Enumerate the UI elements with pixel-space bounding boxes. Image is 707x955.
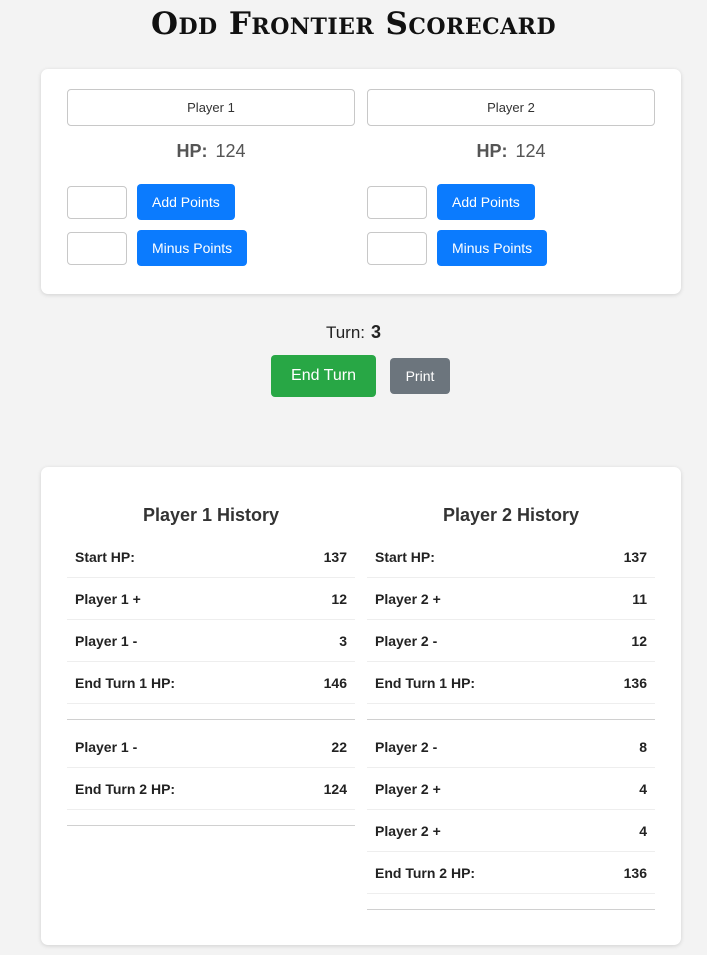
history-row: Player 2 + 4 xyxy=(367,810,655,852)
turn-indicator: Turn: 3 xyxy=(0,322,707,343)
history-row-label: Player 2 - xyxy=(375,738,438,755)
history-body: Start HP: 137 Player 2 + 11 Player 2 - 12 End … xyxy=(367,536,655,910)
history-body: Start HP: 137 Player 1 + 12 Player 1 - 3 End T… xyxy=(67,536,355,826)
history-row: Player 2 + 4 xyxy=(367,768,655,810)
history-row: Player 2 - 8 xyxy=(367,726,655,768)
history-row: Player 2 + 11 xyxy=(367,578,655,620)
turn-divider xyxy=(67,810,355,826)
history-row-value: 146 xyxy=(323,674,347,691)
history-row-label: Player 1 - xyxy=(75,632,138,649)
hp-label: HP: xyxy=(176,141,208,161)
history-row-label: Player 1 - xyxy=(75,738,138,755)
history-row-label: Player 2 + xyxy=(375,590,441,607)
player-2-hp: HP: 124 xyxy=(367,141,655,163)
hp-value: 124 xyxy=(515,141,546,161)
player-controls-card: HP: 124 Add Points Minus Points HP: 124 Ad… xyxy=(41,69,681,294)
history-row-label: Player 2 + xyxy=(375,822,441,839)
player-2-history: Player 2 History Start HP: 137 Player 2 + 1… xyxy=(367,505,655,916)
page-title: Odd Frontier Scorecard xyxy=(150,6,557,42)
add-row: Add Points xyxy=(367,179,655,225)
turn-divider xyxy=(367,704,655,720)
hp-label: HP: xyxy=(476,141,508,161)
turn-label: Turn: xyxy=(325,323,366,342)
history-row-label: Player 2 - xyxy=(375,632,438,649)
history-row: End Turn 1 HP: 146 xyxy=(67,662,355,704)
history-row: Player 1 + 12 xyxy=(67,578,355,620)
player-1-minus-points-input[interactable] xyxy=(67,231,127,265)
hp-value: 124 xyxy=(215,141,246,161)
player-2-add-points-input[interactable] xyxy=(367,185,427,219)
history-row-value: 8 xyxy=(639,738,647,755)
player-2-panel: HP: 124 Add Points Minus Points xyxy=(367,89,655,271)
player-1-add-points-button[interactable]: Add Points xyxy=(137,184,235,220)
history-row-value: 11 xyxy=(632,590,647,607)
history-row-value: 136 xyxy=(623,674,647,691)
history-row-value: 137 xyxy=(323,548,347,565)
history-row-value: 12 xyxy=(331,590,347,607)
turn-divider xyxy=(367,894,655,910)
history-row-value: 137 xyxy=(623,548,647,565)
player-2-add-points-button[interactable]: Add Points xyxy=(437,184,535,220)
history-row-value: 136 xyxy=(623,864,647,881)
history-row-value: 4 xyxy=(639,780,647,797)
print-button[interactable]: Print xyxy=(390,358,450,394)
history-row-value: 4 xyxy=(639,822,647,839)
history-row: Start HP: 137 xyxy=(67,536,355,578)
history-row-value: 12 xyxy=(631,632,647,649)
history-row: Player 1 - 3 xyxy=(67,620,355,662)
history-row-label: Player 2 + xyxy=(375,780,441,797)
player-2-minus-points-input[interactable] xyxy=(367,231,427,265)
player-1-hp: HP: 124 xyxy=(67,141,355,163)
history-title: Player 2 History xyxy=(442,505,580,525)
history-row-label: Start HP: xyxy=(375,548,435,565)
turn-value: 3 xyxy=(371,322,382,342)
history-row: Start HP: 137 xyxy=(367,536,655,578)
history-row-label: Player 1 + xyxy=(75,590,141,607)
player-2-minus-points-button[interactable]: Minus Points xyxy=(437,230,548,266)
player-1-minus-points-button[interactable]: Minus Points xyxy=(137,230,248,266)
history-row: Player 2 - 12 xyxy=(367,620,655,662)
history-title: Player 1 History xyxy=(142,505,280,525)
player-1-add-points-input[interactable] xyxy=(67,185,127,219)
history-row-value: 124 xyxy=(323,780,347,797)
history-row-label: Start HP: xyxy=(75,548,135,565)
minus-row: Minus Points xyxy=(367,225,655,271)
end-turn-button[interactable]: End Turn xyxy=(271,355,376,397)
history-row-label: End Turn 1 HP: xyxy=(375,674,476,691)
history-row-value: 22 xyxy=(331,738,347,755)
history-row-label: End Turn 1 HP: xyxy=(75,674,176,691)
history-row-label: End Turn 2 HP: xyxy=(75,780,176,797)
add-row: Add Points xyxy=(67,179,355,225)
turn-divider xyxy=(67,704,355,720)
player-2-name-input[interactable] xyxy=(367,89,655,126)
history-row-label: End Turn 2 HP: xyxy=(375,864,476,881)
player-1-name-input[interactable] xyxy=(67,89,355,126)
history-row-value: 3 xyxy=(339,632,347,649)
history-row: Player 1 - 22 xyxy=(67,726,355,768)
history-row: End Turn 1 HP: 136 xyxy=(367,662,655,704)
history-row: End Turn 2 HP: 136 xyxy=(367,852,655,894)
player-1-history: Player 1 History Start HP: 137 Player 1 + 1… xyxy=(67,505,355,832)
minus-row: Minus Points xyxy=(67,225,355,271)
history-row: End Turn 2 HP: 124 xyxy=(67,768,355,810)
history-card: Player 1 History Start HP: 137 Player 1 + 1… xyxy=(41,467,681,945)
player-1-panel: HP: 124 Add Points Minus Points xyxy=(67,89,355,271)
